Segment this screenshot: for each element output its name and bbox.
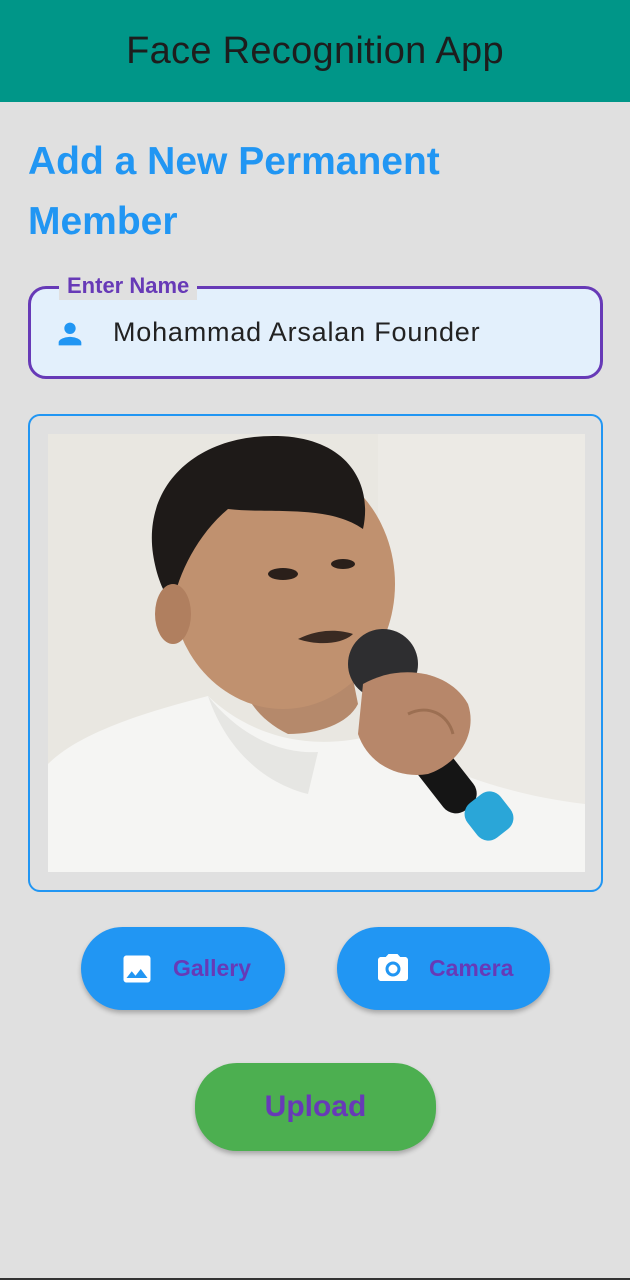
upload-button-label: Upload (264, 1090, 367, 1123)
person-icon (58, 322, 82, 346)
name-input-value[interactable]: Mohammad Arsalan Founder (113, 317, 480, 348)
page-title: Add a New Permanent Member (28, 140, 440, 243)
gallery-button-label: Gallery (173, 955, 251, 981)
camera-icon (378, 954, 408, 981)
name-field-label: Enter Name (59, 272, 198, 300)
selected-photo (48, 434, 585, 872)
camera-button-label: Camera (429, 955, 514, 981)
camera-button[interactable]: Camera (337, 927, 550, 1010)
person-photo-illustration (48, 434, 585, 872)
image-icon (123, 955, 151, 983)
name-input-field[interactable]: Enter Name Mohammad Arsalan Founder (28, 272, 603, 379)
image-preview-frame (28, 414, 603, 892)
upload-button[interactable]: Upload (195, 1063, 436, 1151)
app-title: Face Recognition App (126, 29, 504, 72)
app-bar: Face Recognition App (0, 0, 630, 102)
gallery-button[interactable]: Gallery (81, 927, 285, 1010)
